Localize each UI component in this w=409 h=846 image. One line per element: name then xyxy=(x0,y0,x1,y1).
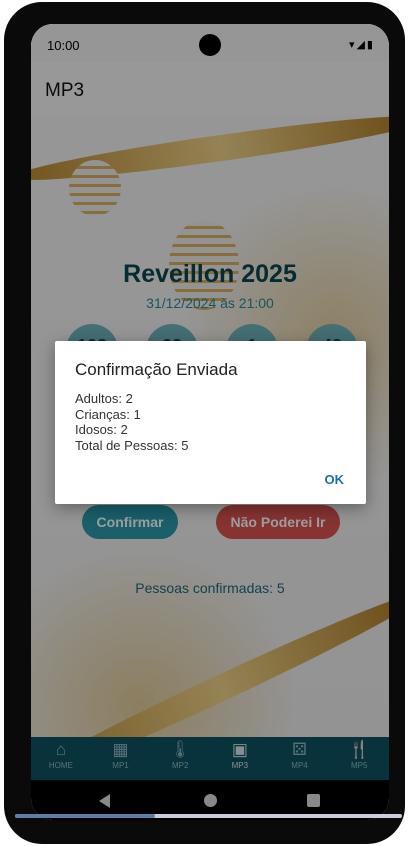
scroll-indicator xyxy=(15,814,402,818)
dialog-line-adults: Adultos: 2 xyxy=(75,391,133,406)
dialog-line-children: Crianças: 1 xyxy=(75,406,141,422)
dialog-line-seniors: Idosos: 2 xyxy=(75,422,128,437)
dialog-line-total: Total de Pessoas: 5 xyxy=(75,437,189,453)
phone-frame: 10:00 ▾◢▮ MP3 Reveillon 2025 31/12/2024 … xyxy=(4,2,405,844)
dialog-title: Confirmação Enviada xyxy=(75,360,238,379)
ok-button[interactable]: OK xyxy=(325,472,345,487)
screen: 10:00 ▾◢▮ MP3 Reveillon 2025 31/12/2024 … xyxy=(31,24,389,820)
confirmation-dialog: Confirmação Enviada Adultos: 2 Crianças:… xyxy=(55,341,366,504)
dialog-body: Adultos: 2 Crianças: 1 Idosos: 2 Total d… xyxy=(75,391,188,453)
